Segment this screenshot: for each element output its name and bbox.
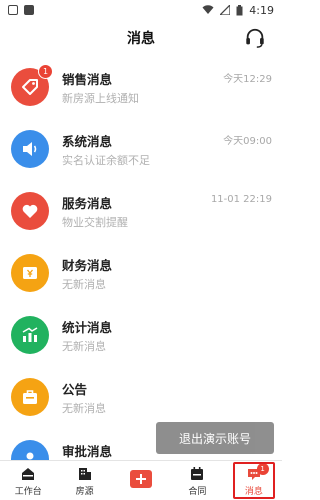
message-item-announcement[interactable]: 公告 无新消息	[0, 366, 282, 428]
message-title: 公告	[62, 382, 88, 397]
home-icon	[22, 468, 35, 480]
unread-badge: 1	[38, 64, 53, 79]
message-preview: 实名认证余额不足	[62, 154, 150, 167]
message-preview: 物业交割提醒	[62, 216, 128, 229]
building-icon	[78, 468, 91, 480]
message-title: 财务消息	[62, 258, 113, 273]
heart-icon	[22, 204, 38, 218]
notification-square-icon	[8, 5, 18, 15]
message-item-sales[interactable]: 1 销售消息 新房源上线通知 今天12:29	[0, 56, 282, 118]
message-title: 服务消息	[62, 196, 113, 211]
message-item-statistics[interactable]: 统计消息 无新消息	[0, 304, 282, 366]
status-bar: 4:19	[0, 0, 282, 20]
message-preview: 无新消息	[62, 402, 106, 415]
service-category-icon	[11, 192, 49, 230]
approval-category-icon	[11, 440, 49, 460]
message-preview: 新房源上线通知	[62, 92, 139, 105]
tab-messages[interactable]: 1 消息	[226, 461, 282, 500]
clock-time: 4:19	[249, 3, 274, 17]
battery-icon	[236, 4, 243, 15]
bottom-tab-bar: 工作台 房源 合同 1 消息	[0, 460, 282, 500]
message-item-system[interactable]: 系统消息 实名认证余额不足 今天09:00	[0, 118, 282, 180]
add-icon	[130, 470, 153, 488]
announcement-category-icon	[11, 378, 49, 416]
tab-add[interactable]	[113, 461, 169, 500]
tab-label: 合同	[188, 487, 207, 497]
unread-badge: 1	[256, 463, 269, 475]
speaker-icon	[23, 142, 37, 156]
tab-label: 工作台	[14, 487, 42, 497]
tab-contract[interactable]: 合同	[169, 461, 225, 500]
statistics-category-icon	[11, 316, 49, 354]
finance-category-icon	[11, 254, 49, 292]
sales-category-icon: 1	[11, 64, 53, 106]
message-title: 审批消息	[62, 444, 113, 459]
approval-icon	[26, 452, 34, 460]
message-preview: 无新消息	[62, 278, 106, 291]
message-item-finance[interactable]: 财务消息 无新消息	[0, 242, 282, 304]
message-item-service[interactable]: 服务消息 物业交割提醒 11-01 22:19	[0, 180, 282, 242]
chart-icon	[22, 327, 38, 342]
tag-icon	[22, 79, 38, 95]
tab-workbench[interactable]: 工作台	[0, 461, 56, 500]
tab-label: 房源	[75, 487, 94, 497]
signal-icon	[220, 5, 231, 15]
tab-label: 消息	[244, 487, 263, 497]
system-category-icon	[11, 130, 49, 168]
headset-icon[interactable]	[244, 27, 266, 49]
message-title: 销售消息	[62, 72, 113, 87]
exit-demo-toast[interactable]: 退出演示账号	[156, 422, 274, 454]
message-title: 系统消息	[62, 134, 113, 149]
message-list: 1 销售消息 新房源上线通知 今天12:29 系统消息 实名认证余额不足 今天0…	[0, 56, 282, 460]
message-time: 今天12:29	[223, 74, 272, 85]
page-title: 消息	[127, 31, 155, 47]
message-time: 11-01 22:19	[210, 194, 272, 205]
briefcase-icon	[23, 390, 37, 404]
message-title: 统计消息	[62, 320, 113, 335]
tab-listings[interactable]: 房源	[56, 461, 112, 500]
app-a-icon	[24, 5, 34, 15]
app-header: 消息	[0, 20, 282, 56]
finance-icon	[23, 267, 37, 279]
wifi-icon	[202, 5, 214, 14]
message-time: 今天09:00	[223, 136, 272, 147]
contract-icon	[191, 467, 204, 480]
message-preview: 无新消息	[62, 340, 106, 353]
